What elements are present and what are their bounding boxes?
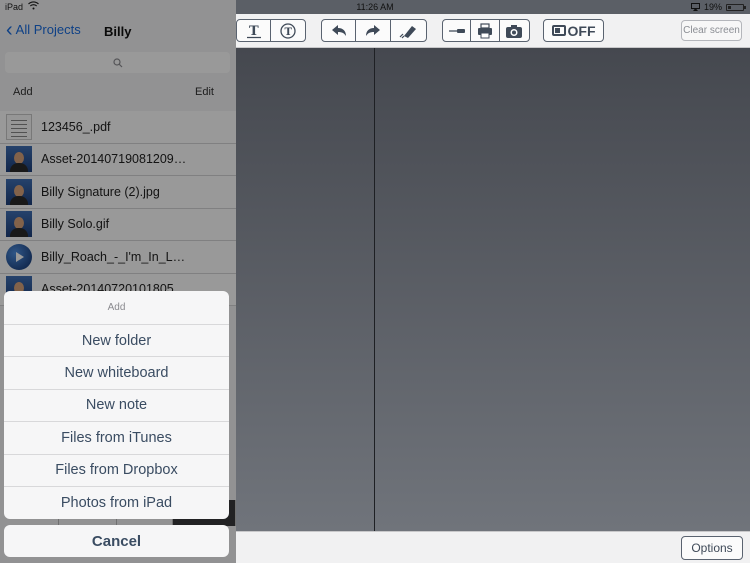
toggle-icon <box>551 25 566 36</box>
whiteboard-canvas[interactable] <box>236 48 750 531</box>
redo-icon <box>366 24 381 36</box>
files-from-dropbox-option[interactable]: Files from Dropbox <box>4 455 229 487</box>
print-icon <box>478 22 493 38</box>
eraser-icon <box>399 25 417 38</box>
battery-icon <box>726 3 746 11</box>
output-tools-group <box>442 19 530 42</box>
photos-from-ipad-option[interactable]: Photos from iPad <box>4 487 229 519</box>
cancel-button[interactable]: Cancel <box>4 525 229 557</box>
print-button[interactable] <box>471 20 500 41</box>
undo-button[interactable] <box>322 20 357 41</box>
camera-button[interactable] <box>500 20 529 41</box>
redo-button[interactable] <box>356 20 391 41</box>
add-action-sheet: Add New folder New whiteboard New note F… <box>4 291 229 519</box>
status-bar: iPad 11:26 AM 19% <box>0 0 750 14</box>
history-tools-group <box>321 19 427 42</box>
eraser-button[interactable] <box>391 20 426 41</box>
battery-percent: 19% <box>703 2 722 12</box>
clear-screen-button[interactable]: Clear screen <box>681 20 742 41</box>
text-tool-icon: T <box>246 24 261 39</box>
new-note-option[interactable]: New note <box>4 390 229 423</box>
pen-tool-button[interactable] <box>443 20 472 41</box>
svg-text:T: T <box>285 27 293 38</box>
whiteboard-toolbar: T T OFF Clear screen <box>236 14 750 48</box>
options-button[interactable]: Options <box>681 536 743 560</box>
circled-text-icon: T <box>280 22 296 39</box>
new-folder-option[interactable]: New folder <box>4 325 229 358</box>
camera-icon <box>506 24 523 38</box>
pen-tool-icon <box>448 28 465 33</box>
screen-mirroring-icon <box>690 3 700 11</box>
bottom-bar: Options <box>236 531 750 563</box>
canvas-divider <box>374 48 375 531</box>
clock: 11:26 AM <box>356 2 394 12</box>
circled-text-button[interactable]: T <box>271 20 305 41</box>
new-whiteboard-option[interactable]: New whiteboard <box>4 357 229 390</box>
toggle-label: OFF <box>567 22 596 39</box>
recording-toggle-button[interactable]: OFF <box>543 19 604 42</box>
svg-text:T: T <box>249 24 259 39</box>
undo-icon <box>331 24 346 36</box>
files-from-itunes-option[interactable]: Files from iTunes <box>4 422 229 455</box>
text-tools-group: T T <box>236 19 306 42</box>
status-right: 19% <box>690 2 746 12</box>
action-sheet-title: Add <box>4 291 229 325</box>
text-tool-button[interactable]: T <box>237 20 272 41</box>
